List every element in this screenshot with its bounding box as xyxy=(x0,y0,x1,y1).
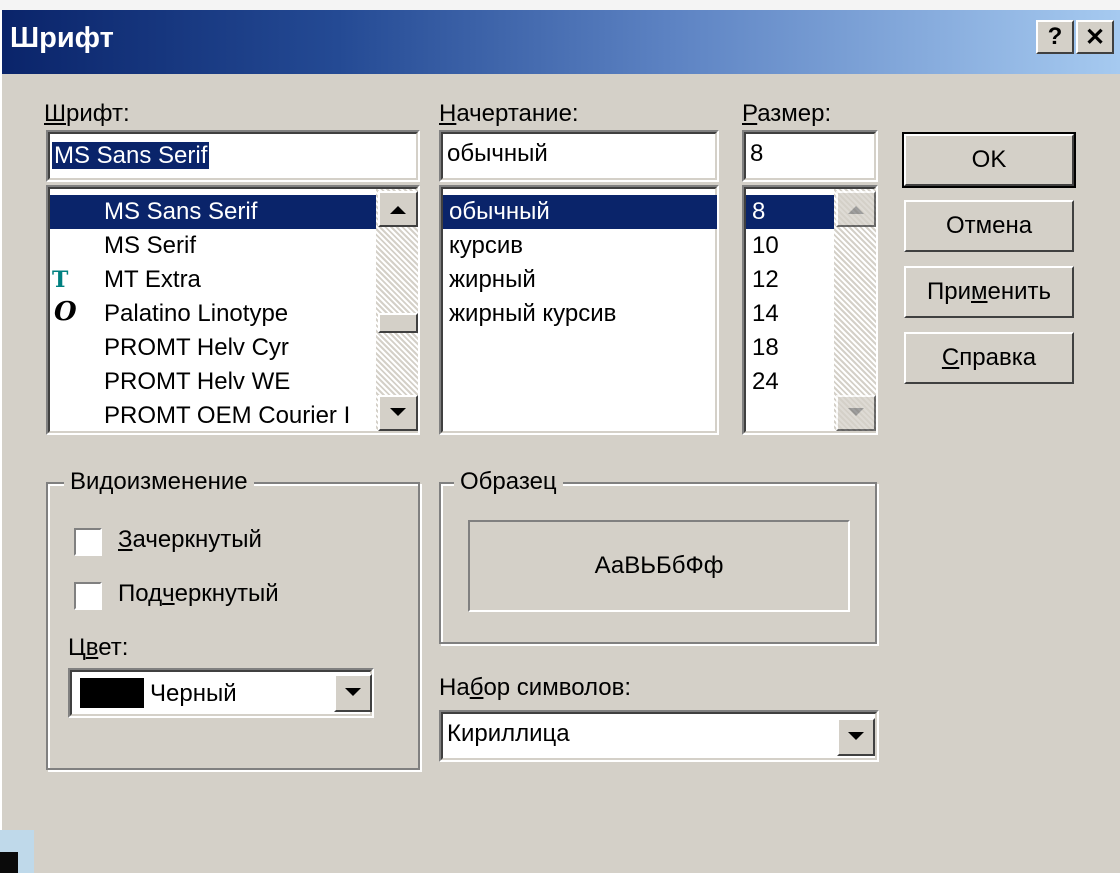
size-list[interactable]: 8 10 12 14 18 24 xyxy=(742,185,878,435)
size-input[interactable]: 8 xyxy=(742,130,878,182)
cancel-button[interactable]: Отмена xyxy=(904,200,1074,252)
color-swatch xyxy=(80,678,144,708)
list-item-label: MS Sans Serif xyxy=(104,198,258,225)
list-item[interactable]: 18 xyxy=(748,331,785,365)
help-button[interactable]: ? xyxy=(1036,20,1074,54)
chevron-down-icon xyxy=(848,732,864,740)
list-item[interactable]: 10 xyxy=(748,229,785,263)
charset-select[interactable]: Кириллица xyxy=(439,710,879,762)
list-item[interactable]: жирный курсив xyxy=(445,297,622,331)
list-item[interactable]: PROMT Helv Cyr xyxy=(100,331,295,365)
sample-group-title: Образец xyxy=(454,468,563,496)
list-item[interactable]: курсив xyxy=(445,229,529,263)
list-item-label: MS Serif xyxy=(104,232,197,259)
font-scroll-thumb[interactable] xyxy=(378,313,418,333)
list-item[interactable]: 12 xyxy=(748,263,785,297)
size-scroll-up-button[interactable] xyxy=(836,191,876,227)
close-button[interactable]: ✕ xyxy=(1076,20,1114,54)
underline-label: Подчеркнутый xyxy=(118,580,279,607)
color-label: Цвет: xyxy=(68,634,129,661)
list-item[interactable]: обычный xyxy=(443,195,717,229)
list-item-label: жирный курсив xyxy=(449,300,617,327)
list-item-label: 24 xyxy=(752,368,779,395)
arrow-up-icon xyxy=(390,206,406,214)
arrow-down-icon xyxy=(848,408,864,416)
charset-value: Кириллица xyxy=(447,720,570,747)
style-label: Начертание: xyxy=(439,100,579,127)
list-item[interactable]: 14 xyxy=(748,297,785,331)
list-item[interactable]: жирный xyxy=(445,263,542,297)
font-dialog: Шрифт ? ✕ Шрифт: MS Sans Serif MS Sans S… xyxy=(0,10,1120,873)
size-value: 8 xyxy=(750,140,764,167)
strikeout-checkbox[interactable] xyxy=(74,528,102,556)
style-value: обычный xyxy=(447,140,548,167)
font-label: Шрифт: xyxy=(44,100,130,127)
effects-group-title: Видоизменение xyxy=(64,468,254,496)
ok-button[interactable]: OK xyxy=(902,132,1076,188)
underline-checkbox[interactable] xyxy=(74,582,102,610)
list-item-label: 10 xyxy=(752,232,779,259)
close-icon: ✕ xyxy=(1084,23,1106,51)
window-title: Шрифт xyxy=(10,22,114,54)
list-item[interactable]: 8 xyxy=(746,195,834,229)
style-input[interactable]: обычный xyxy=(439,130,719,182)
list-item[interactable]: PROMT OEM Courier I xyxy=(100,399,356,429)
strikeout-label: Зачеркнутый xyxy=(118,526,262,553)
list-item-label: 8 xyxy=(752,198,766,225)
font-name-input[interactable]: MS Sans Serif xyxy=(46,130,420,182)
list-item[interactable]: MS Sans Serif xyxy=(50,195,376,229)
charset-label: Набор символов: xyxy=(439,674,632,701)
background-fragment-dark xyxy=(0,852,18,873)
list-item-label: PROMT Helv Cyr xyxy=(104,334,289,361)
truetype-icon: T xyxy=(52,267,69,293)
chevron-down-icon xyxy=(345,688,361,696)
help-dialog-button[interactable]: Справка xyxy=(904,332,1074,384)
size-label: Размер: xyxy=(742,100,832,127)
style-list[interactable]: обычный курсив жирный жирный курсив xyxy=(439,185,719,435)
opentype-icon: O xyxy=(54,297,77,327)
size-scroll-down-button[interactable] xyxy=(836,395,876,431)
color-dropdown-button[interactable] xyxy=(334,674,372,712)
apply-button[interactable]: При м енить xyxy=(904,266,1074,318)
color-select[interactable]: Черный xyxy=(68,668,374,718)
list-item[interactable]: T MT Extra xyxy=(52,263,207,297)
list-item-label: Palatino Linotype xyxy=(104,300,289,327)
list-item-label: MT Extra xyxy=(104,266,201,293)
sample-text: АаВЬБбФф xyxy=(594,552,724,579)
list-item-label: жирный xyxy=(449,266,536,293)
list-item-label: 12 xyxy=(752,266,779,293)
list-item[interactable]: 24 xyxy=(748,365,785,399)
list-item[interactable]: O Palatino Linotype xyxy=(54,297,294,331)
font-scroll-up-button[interactable] xyxy=(378,191,418,227)
font-list[interactable]: MS Sans Serif MS Serif T MT Extra O Palatino … xyxy=(46,185,420,435)
list-item-label: 18 xyxy=(752,334,779,361)
list-item[interactable]: MS Serif xyxy=(100,229,202,263)
color-value: Черный xyxy=(150,680,237,707)
list-item-label: PROMT OEM Courier I xyxy=(104,402,351,429)
title-bar[interactable]: Шрифт ? ✕ xyxy=(2,10,1120,74)
list-item-label: курсив xyxy=(449,232,524,259)
list-item-label: обычный xyxy=(449,198,550,225)
background-strip xyxy=(0,0,1120,10)
font-name-value: MS Sans Serif xyxy=(52,142,210,169)
list-item-label: 14 xyxy=(752,300,779,327)
font-scroll-down-button[interactable] xyxy=(378,395,418,431)
list-item-label: PROMT Helv WE xyxy=(104,368,291,395)
arrow-up-icon xyxy=(848,206,864,214)
list-item[interactable]: PROMT Helv WE xyxy=(100,365,296,399)
charset-dropdown-button[interactable] xyxy=(837,718,875,756)
sample-preview: АаВЬБбФф xyxy=(468,520,850,612)
help-icon: ? xyxy=(1047,23,1063,50)
arrow-down-icon xyxy=(390,408,406,416)
